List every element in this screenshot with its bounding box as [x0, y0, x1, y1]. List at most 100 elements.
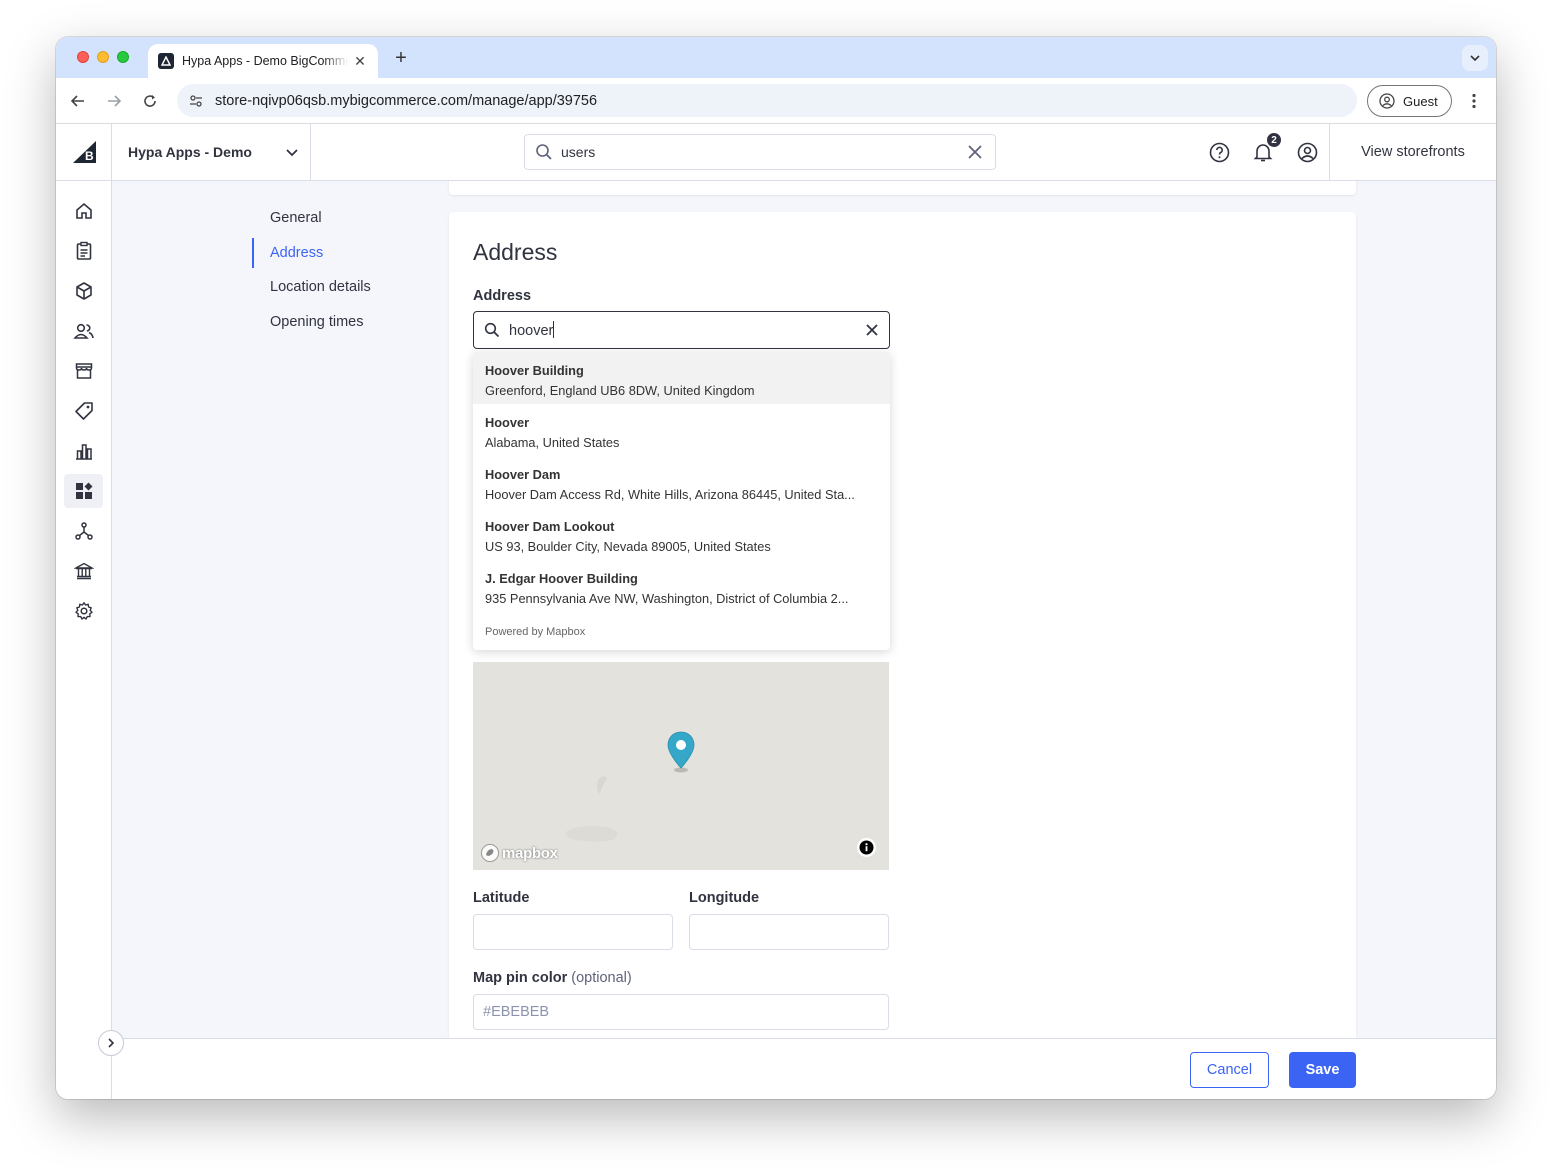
arrow-right-icon [108, 95, 122, 107]
address-search-input[interactable]: hoover [509, 321, 855, 339]
chevron-down-icon [1470, 55, 1480, 62]
storefront-icon [75, 363, 92, 379]
apps-icon [75, 482, 92, 499]
longitude-label: Longitude [689, 890, 760, 906]
sidebar-item-settings[interactable] [64, 594, 103, 628]
section-nav-location-details[interactable]: Location details [252, 270, 432, 304]
store-name: Hypa Apps - Demo [128, 144, 252, 160]
profile-icon [1379, 93, 1395, 109]
section-nav-address[interactable]: Address [252, 236, 432, 270]
latitude-label: Latitude [473, 890, 530, 906]
card-title: Address [473, 239, 558, 265]
address-card: Address Address hoover mapbox Latitude L… [449, 212, 1356, 1038]
arrow-left-icon [70, 95, 84, 107]
svg-text:B: B [85, 149, 94, 163]
account-icon[interactable] [1295, 140, 1319, 164]
forward-button[interactable] [102, 89, 126, 113]
address-search-field[interactable]: hoover [473, 311, 890, 349]
address-bar[interactable]: store-nqivp06qsb.mybigcommerce.com/manag… [177, 84, 1357, 117]
sidebar-item-analytics[interactable] [64, 434, 103, 468]
main-content: General Address Location details Opening… [112, 181, 1496, 1038]
longitude-input[interactable] [689, 914, 889, 950]
clear-address-icon[interactable] [855, 324, 889, 336]
sidebar-item-customers[interactable] [64, 314, 103, 348]
bigcommerce-logo-icon: B [72, 141, 96, 163]
optional-text: (optional) [571, 970, 632, 986]
sidebar-item-storefront[interactable] [64, 354, 103, 388]
search-icon [484, 322, 500, 338]
browser-toolbar: store-nqivp06qsb.mybigcommerce.com/manag… [56, 78, 1496, 124]
browser-window: Hypa Apps - Demo BigCommerce ✕ + store-n… [56, 37, 1496, 1099]
reload-button[interactable] [138, 89, 162, 113]
more-vertical-icon [1472, 93, 1476, 109]
orders-icon [76, 241, 91, 260]
address-suggestions-dropdown: Hoover Building Greenford, England UB6 8… [473, 352, 890, 650]
notification-badge: 2 [1266, 132, 1282, 148]
action-footer: Cancel Save [112, 1038, 1496, 1099]
global-search-input[interactable]: users [561, 144, 955, 160]
suggestion-item[interactable]: Hoover Alabama, United States [473, 404, 890, 456]
section-nav-opening-times[interactable]: Opening times [252, 305, 432, 339]
store-selector[interactable]: Hypa Apps - Demo [112, 124, 311, 180]
suggestion-item[interactable]: Hoover Dam Hoover Dam Access Rd, White H… [473, 456, 890, 508]
pin-color-input[interactable]: #EBEBEB [473, 994, 889, 1030]
bigcommerce-logo[interactable]: B [56, 124, 112, 180]
site-settings-icon[interactable] [185, 90, 207, 112]
pin-color-label: Map pin color (optional) [473, 970, 632, 986]
previous-card [449, 181, 1356, 195]
latitude-input[interactable] [473, 914, 673, 950]
minimize-window-button[interactable] [97, 51, 109, 63]
address-label: Address [473, 288, 532, 304]
profile-button[interactable]: Guest [1367, 85, 1452, 117]
suggestion-item[interactable]: Hoover Dam Lookout US 93, Boulder City, … [473, 508, 890, 560]
sidebar-item-finance[interactable] [64, 554, 103, 588]
mapbox-logo-text: mapbox [502, 844, 558, 862]
sidebar-item-home[interactable] [64, 194, 103, 228]
tab-strip: Hypa Apps - Demo BigCommerce ✕ + [56, 37, 1496, 78]
save-button[interactable]: Save [1289, 1052, 1356, 1088]
clear-search-icon[interactable] [955, 145, 995, 159]
tab-title: Hypa Apps - Demo BigCommerce [182, 54, 348, 68]
suggestion-item[interactable]: Hoover Building Greenford, England UB6 8… [473, 352, 890, 404]
home-icon [75, 202, 92, 219]
mapbox-logo[interactable]: mapbox [480, 843, 558, 863]
new-tab-button[interactable]: + [390, 47, 412, 69]
products-icon [75, 282, 92, 300]
customers-icon [72, 323, 94, 339]
close-window-button[interactable] [77, 51, 89, 63]
suggestion-item[interactable]: J. Edgar Hoover Building 935 Pennsylvani… [473, 560, 890, 612]
close-tab-icon[interactable]: ✕ [352, 53, 368, 69]
global-search[interactable]: users [524, 134, 996, 170]
expand-sidebar-button[interactable] [98, 1030, 124, 1056]
analytics-icon [75, 444, 92, 460]
sidebar-item-channels[interactable] [64, 514, 103, 548]
tab-search-button[interactable] [1462, 45, 1488, 71]
pin-color-placeholder: #EBEBEB [483, 1004, 550, 1020]
view-storefronts-button[interactable]: View storefronts [1329, 124, 1496, 180]
chevron-down-icon [274, 145, 310, 159]
back-button[interactable] [66, 89, 90, 113]
main-sidebar [56, 181, 112, 1099]
sidebar-item-orders[interactable] [64, 234, 103, 268]
browser-tab-active[interactable]: Hypa Apps - Demo BigCommerce ✕ [148, 44, 378, 78]
map-view[interactable]: mapbox [473, 662, 889, 870]
app-header: B Hypa Apps - Demo users 2 View storefro… [56, 124, 1496, 181]
browser-menu-button[interactable] [1464, 89, 1484, 113]
chevron-right-icon [108, 1038, 115, 1048]
settings-icon [74, 602, 93, 620]
finance-icon [73, 562, 94, 580]
sidebar-item-products[interactable] [64, 274, 103, 308]
section-nav-general[interactable]: General [252, 201, 432, 235]
help-icon[interactable] [1207, 140, 1231, 164]
map-pin-icon[interactable] [665, 730, 697, 774]
url-text: store-nqivp06qsb.mybigcommerce.com/manag… [215, 92, 598, 109]
maximize-window-button[interactable] [117, 51, 129, 63]
cancel-button[interactable]: Cancel [1190, 1052, 1269, 1088]
search-icon [536, 144, 552, 160]
powered-by-mapbox: Powered by Mapbox [485, 626, 586, 638]
profile-label: Guest [1403, 93, 1438, 109]
sidebar-item-apps[interactable] [64, 474, 103, 508]
bigcommerce-favicon-icon [158, 53, 174, 69]
sidebar-item-marketing[interactable] [64, 394, 103, 428]
map-attribution-icon[interactable] [857, 838, 876, 857]
